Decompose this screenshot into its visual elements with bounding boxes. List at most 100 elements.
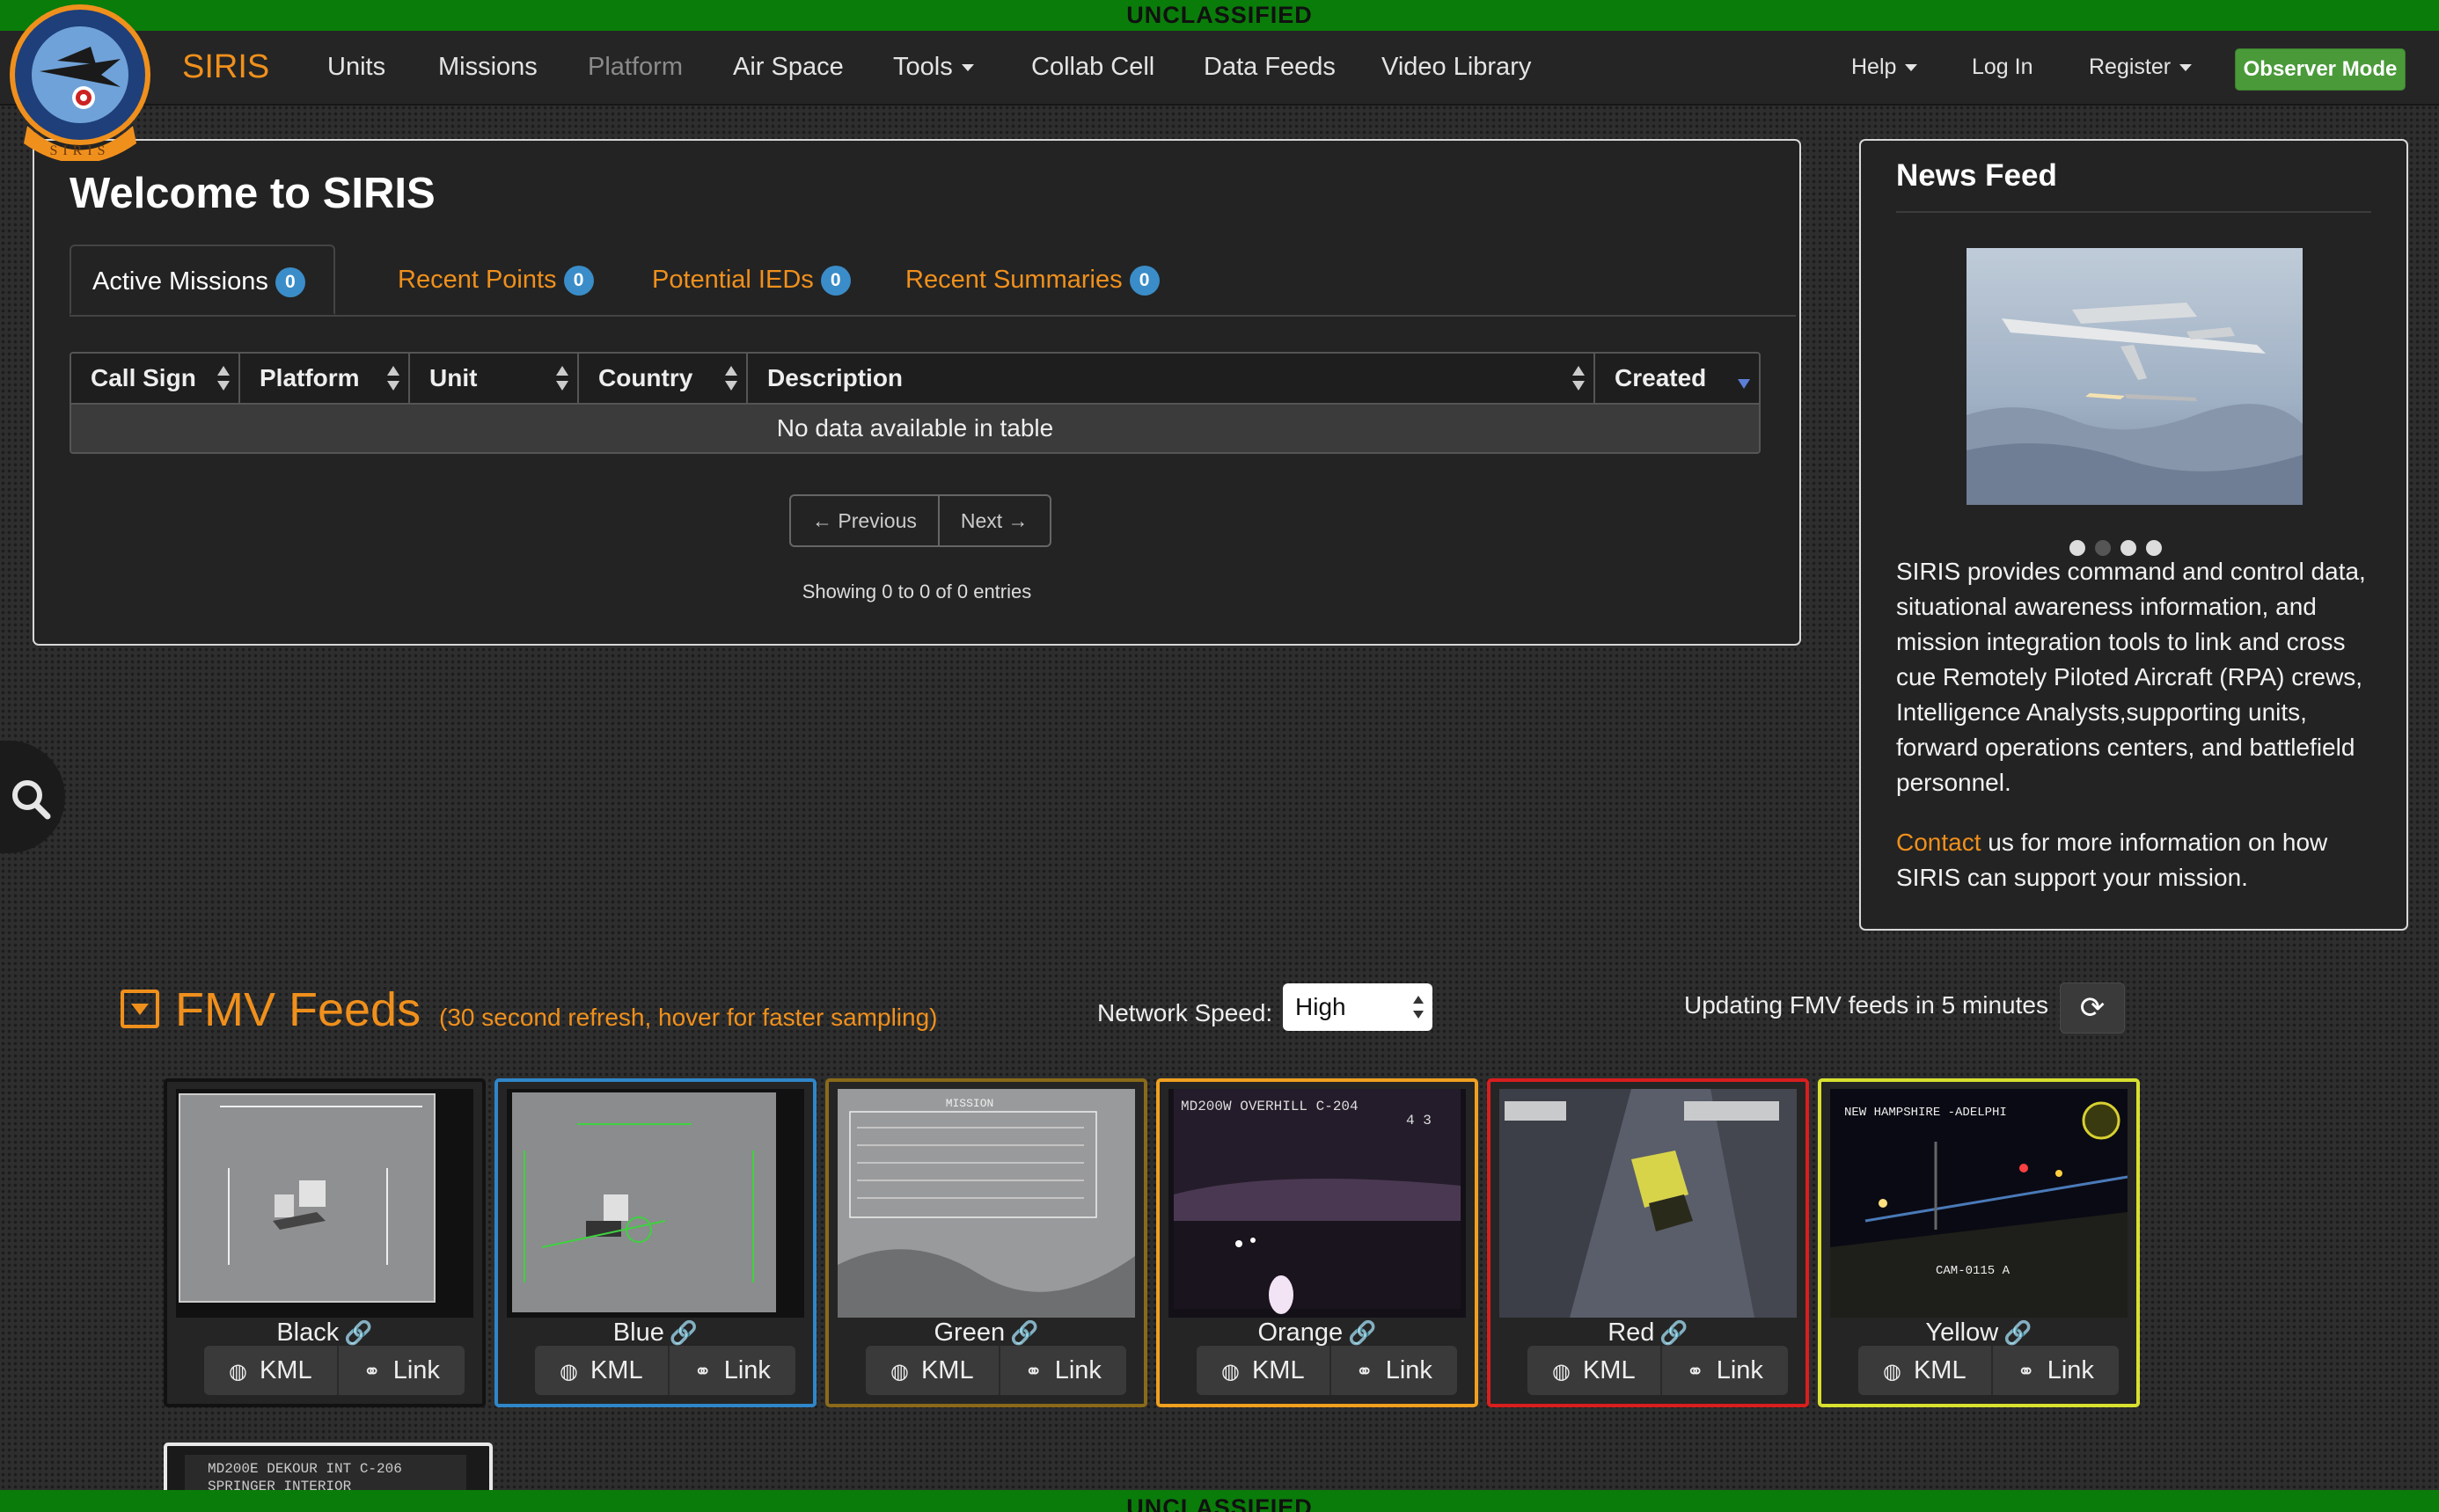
nav-data-feeds[interactable]: Data Feeds <box>1204 31 1336 104</box>
link-label: Link <box>1054 1356 1102 1384</box>
link-button[interactable]: ⚭ Link <box>667 1346 795 1395</box>
feed-thumbnail[interactable] <box>176 1089 473 1318</box>
link-icon: ⚭ <box>2017 1360 2035 1384</box>
previous-page-button[interactable]: ← Previous <box>791 496 938 545</box>
collapse-toggle-icon[interactable] <box>121 990 159 1028</box>
tab-recent-summaries[interactable]: Recent Summaries 0 <box>905 245 1160 315</box>
column-label: Unit <box>429 364 478 391</box>
sort-desc-icon <box>1738 366 1750 391</box>
nav-missions[interactable]: Missions <box>438 31 538 104</box>
select-arrows-icon <box>1413 994 1424 1020</box>
link-icon: ⚭ <box>1024 1360 1043 1384</box>
kml-button[interactable]: ◍ KML <box>535 1346 668 1395</box>
classification-banner-top: UNCLASSIFIED <box>0 0 2439 31</box>
welcome-title: Welcome to SIRIS <box>70 170 436 217</box>
welcome-panel: Welcome to SIRIS Active Missions 0 Recent… <box>33 139 1801 646</box>
nav-register-label: Register <box>2089 55 2172 79</box>
nav-video-library[interactable]: Video Library <box>1381 31 1531 104</box>
feed-thumbnail[interactable] <box>507 1089 804 1318</box>
link-icon: ⚭ <box>363 1360 381 1384</box>
feed-name-label: Yellow <box>1925 1318 1999 1347</box>
next-page-button[interactable]: Next → <box>937 496 1050 545</box>
network-speed-select[interactable]: High <box>1283 983 1432 1031</box>
column-header-country[interactable]: Country <box>579 354 748 403</box>
tab-active-missions[interactable]: Active Missions 0 <box>70 245 335 315</box>
kml-label: KML <box>259 1356 312 1384</box>
column-label: Country <box>598 364 693 391</box>
column-header-call-sign[interactable]: Call Sign <box>71 354 240 403</box>
brand-link[interactable]: SIRIS <box>182 31 269 104</box>
nav-login[interactable]: Log In <box>1972 31 2033 104</box>
overlay-text: MD200W OVERHILL C-204 <box>1181 1099 1359 1114</box>
siris-logo[interactable]: SIRIS <box>4 3 156 164</box>
link-button[interactable]: ⚭ Link <box>998 1346 1126 1395</box>
chevron-down-icon <box>961 64 974 72</box>
tab-label: Active Missions <box>92 267 268 296</box>
classification-banner-bottom: UNCLASSIFIED <box>0 1490 2439 1512</box>
link-icon: ⚭ <box>693 1360 712 1384</box>
column-header-created[interactable]: Created <box>1595 354 1759 403</box>
link-button[interactable]: ⚭ Link <box>1659 1346 1788 1395</box>
feed-thumbnail[interactable]: MISSION <box>838 1089 1135 1318</box>
kml-label: KML <box>1582 1356 1636 1384</box>
link-button[interactable]: ⚭ Link <box>1990 1346 2119 1395</box>
nav-help-label: Help <box>1851 55 1897 79</box>
link-button[interactable]: ⚭ Link <box>336 1346 465 1395</box>
news-carousel-image[interactable] <box>1967 248 2303 505</box>
news-body: SIRIS provides command and control data,… <box>1896 558 2366 796</box>
nav-tools[interactable]: Tools <box>893 31 974 104</box>
divider <box>1896 211 2371 213</box>
feed-name-label: Orange <box>1257 1318 1344 1347</box>
kml-button[interactable]: ◍ KML <box>204 1346 337 1395</box>
overlay-text: 4 3 <box>1406 1113 1432 1129</box>
kml-button[interactable]: ◍ KML <box>1197 1346 1329 1395</box>
feed-thumbnail[interactable]: NEW HAMPSHIRE -ADELPHI CAM-0115 A <box>1830 1089 2128 1318</box>
feed-thumbnail[interactable]: MD200W OVERHILL C-204 4 3 <box>1168 1089 1466 1318</box>
feed-thumbnail[interactable] <box>1499 1089 1797 1318</box>
nav-collab-cell[interactable]: Collab Cell <box>1031 31 1154 104</box>
globe-icon: ◍ <box>560 1360 578 1384</box>
tab-recent-points[interactable]: Recent Points 0 <box>398 245 594 315</box>
refresh-button[interactable]: ⟳ <box>2060 982 2125 1034</box>
search-side-tab[interactable] <box>0 741 65 853</box>
nav-platform[interactable]: Platform <box>588 31 683 104</box>
kml-button[interactable]: ◍ KML <box>1527 1346 1660 1395</box>
link-label: Link <box>723 1356 771 1384</box>
feed-buttons: ◍ KML ⚭ Link <box>535 1346 795 1395</box>
overlay-text: MD200E DEKOUR INT C-206 <box>208 1461 402 1477</box>
table-info: Showing 0 to 0 of 0 entries <box>802 581 1032 603</box>
column-label: Created <box>1615 364 1707 391</box>
column-label: Call Sign <box>91 364 196 391</box>
kml-button[interactable]: ◍ KML <box>1858 1346 1991 1395</box>
column-header-unit[interactable]: Unit <box>410 354 579 403</box>
network-speed-value: High <box>1295 993 1346 1020</box>
kml-button[interactable]: ◍ KML <box>866 1346 999 1395</box>
feed-name-label: Green <box>934 1318 1006 1347</box>
link-label: Link <box>1716 1356 1763 1384</box>
globe-icon: ◍ <box>229 1360 247 1384</box>
link-button[interactable]: ⚭ Link <box>1329 1346 1457 1395</box>
globe-icon: ◍ <box>890 1360 909 1384</box>
fmv-update-status: Updating FMV feeds in 5 minutes <box>1684 991 2048 1019</box>
globe-icon: ◍ <box>1883 1360 1901 1384</box>
overlay-text: CAM-0115 A <box>1936 1264 2011 1278</box>
globe-icon: ◍ <box>1221 1360 1240 1384</box>
column-header-description[interactable]: Description <box>748 354 1595 403</box>
tab-potential-ieds[interactable]: Potential IEDs 0 <box>652 245 851 315</box>
fmv-feed-orange: MD200W OVERHILL C-204 4 3 Orange 🔗 ◍ KML ⚭… <box>1156 1078 1478 1407</box>
nav-air-space[interactable]: Air Space <box>733 31 844 104</box>
nav-units[interactable]: Units <box>327 31 385 104</box>
nav-register[interactable]: Register <box>2089 31 2193 104</box>
sort-icon <box>725 366 737 391</box>
kml-label: KML <box>590 1356 643 1384</box>
nav-help[interactable]: Help <box>1851 31 1918 104</box>
nav-tools-label: Tools <box>893 53 953 81</box>
observer-mode-button[interactable]: Observer Mode <box>2235 48 2406 91</box>
link-label: Link <box>1385 1356 1432 1384</box>
feed-name-label: Blue <box>612 1318 664 1347</box>
kml-label: KML <box>920 1356 974 1384</box>
contact-link[interactable]: Contact <box>1896 829 1981 856</box>
fmv-feed-black: Black 🔗 ◍ KML ⚭ Link <box>164 1078 486 1407</box>
feed-buttons: ◍ KML ⚭ Link <box>866 1346 1126 1395</box>
column-header-platform[interactable]: Platform <box>240 354 410 403</box>
